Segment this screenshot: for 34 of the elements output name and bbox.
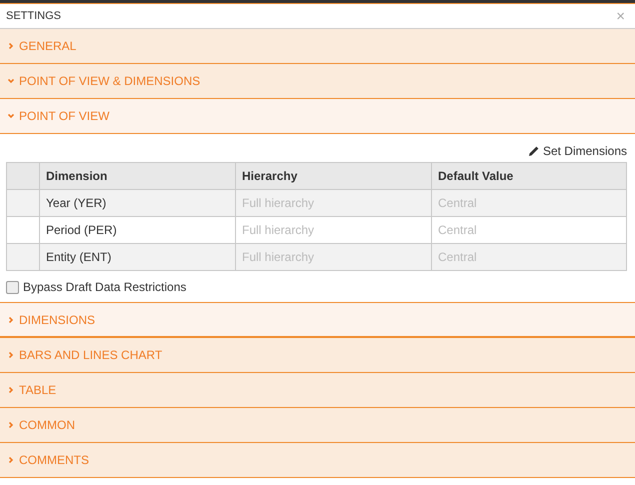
window-title: SETTINGS — [6, 10, 62, 22]
chevron-right-icon — [8, 352, 14, 358]
pencil-icon — [528, 145, 540, 157]
chevron-right-icon — [8, 457, 14, 463]
checkbox-label: Bypass Draft Data Restrictions — [23, 280, 186, 294]
section-header[interactable]: POINT OF VIEW & DIMENSIONS — [0, 64, 635, 99]
table-cell: Period (PER) — [40, 216, 236, 244]
chevron-right-icon — [8, 387, 14, 393]
column-header: Dimension — [40, 162, 236, 190]
chevron-right-icon — [8, 422, 14, 428]
table-header — [6, 162, 40, 190]
chevron-down-icon — [8, 113, 14, 119]
table-cell: Central — [432, 216, 626, 244]
column-header: Hierarchy — [236, 162, 432, 190]
row-selector-cell — [6, 190, 40, 216]
section-header[interactable]: COMMON — [0, 408, 635, 443]
table-cell: Year (YER) — [40, 190, 236, 216]
section-header[interactable]: POINT OF VIEW — [0, 99, 635, 134]
table-cell: Entity (ENT) — [40, 244, 236, 270]
row-selector-cell — [6, 216, 40, 244]
table-cell: Full hierarchy — [236, 216, 432, 244]
chevron-right-icon — [8, 316, 14, 322]
section-header[interactable]: GENERAL — [0, 29, 635, 64]
chevron-right-icon — [8, 43, 14, 49]
section-header[interactable]: DIMENSIONS — [0, 303, 635, 338]
close-button[interactable]: × — [612, 8, 629, 24]
section-header[interactable]: BARS AND LINES CHART — [0, 338, 635, 373]
checkbox[interactable] — [6, 280, 19, 294]
section-header[interactable]: COMMENTS — [0, 443, 635, 478]
section-header[interactable]: TABLE — [0, 373, 635, 408]
set-dimensions-link[interactable]: Set Dimensions — [528, 144, 627, 158]
chevron-down-icon — [8, 78, 14, 84]
row-selector-cell — [6, 244, 40, 270]
column-header: Default Value — [432, 162, 626, 190]
